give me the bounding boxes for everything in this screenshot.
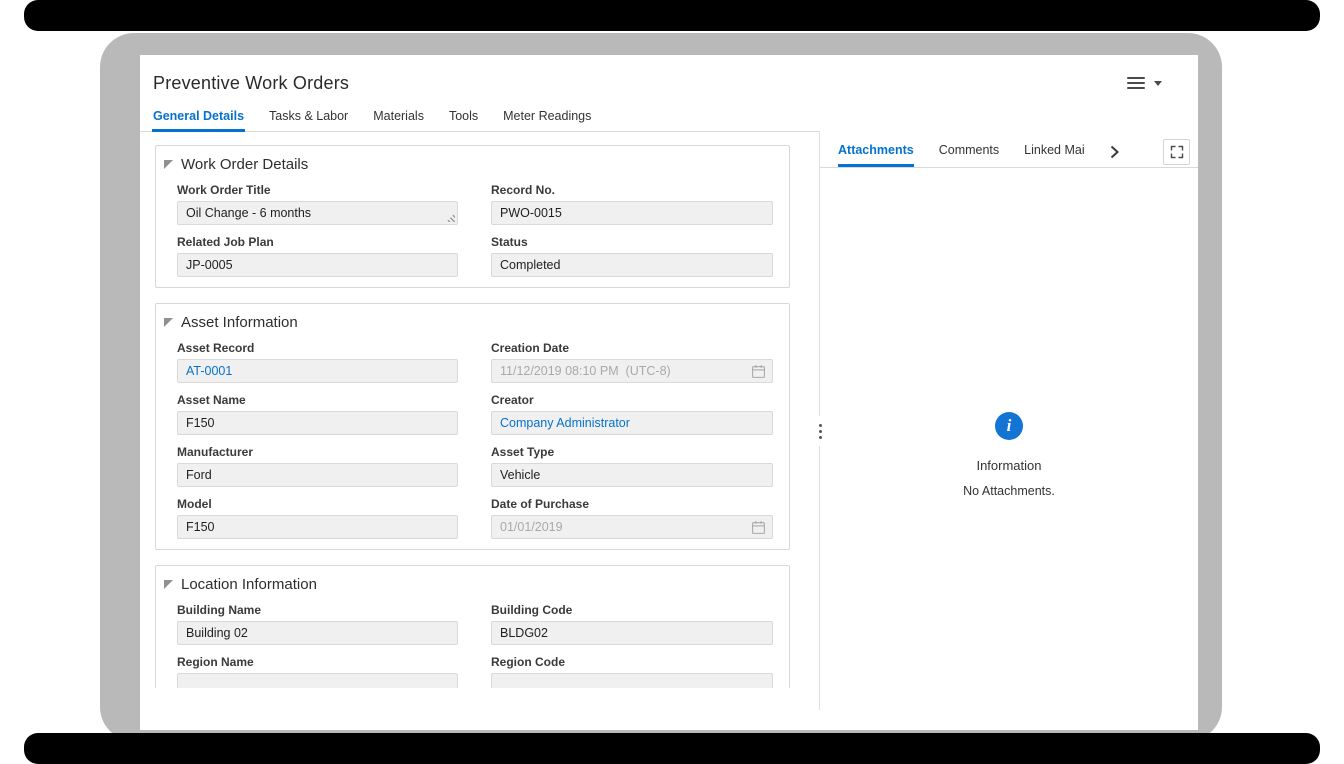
work-order-title-input[interactable]: Oil Change - 6 months	[177, 201, 458, 225]
maximize-panel-button[interactable]	[1163, 139, 1190, 165]
tab-tools[interactable]: Tools	[448, 105, 479, 131]
section-title: Location Information	[181, 576, 317, 593]
field-date-of-purchase: Date of Purchase 01/01/2019	[491, 497, 773, 539]
app-window: Preventive Work Orders General Details T…	[140, 55, 1198, 730]
menu-button[interactable]	[1127, 77, 1162, 89]
field-label: Work Order Title	[177, 183, 271, 197]
section-header[interactable]: Location Information	[156, 576, 789, 593]
app-header: Preventive Work Orders	[140, 55, 1198, 105]
field-region-code: Region Code	[491, 655, 773, 688]
side-panel-tab-bar: Attachments Comments Linked Mai	[820, 105, 1198, 168]
content-area: General Details Tasks & Labor Materials …	[140, 105, 1198, 730]
main-column: General Details Tasks & Labor Materials …	[140, 105, 820, 730]
field-creator: Creator Company Administrator	[491, 393, 773, 435]
field-status: Status Completed	[491, 235, 773, 277]
asset-name-input[interactable]: F150	[177, 411, 458, 435]
tab-meter-readings[interactable]: Meter Readings	[502, 105, 592, 131]
attachments-empty-state: i Information No Attachments.	[820, 168, 1198, 730]
side-panel: Attachments Comments Linked Mai i Inform…	[820, 105, 1198, 730]
section-work-order-details: Work Order Details Work Order Title Oil …	[155, 145, 790, 288]
creator-link[interactable]: Company Administrator	[500, 416, 630, 430]
collapse-icon[interactable]	[164, 580, 173, 589]
status-input[interactable]: Completed	[491, 253, 773, 277]
field-label: Related Job Plan	[177, 235, 274, 249]
field-label: Region Name	[177, 655, 254, 669]
field-related-job-plan: Related Job Plan JP-0005	[177, 235, 458, 277]
device-frame: Preventive Work Orders General Details T…	[100, 33, 1222, 741]
field-building-name: Building Name Building 02	[177, 603, 458, 645]
field-label: Region Code	[491, 655, 565, 669]
asset-record-link[interactable]: AT-0001	[186, 364, 232, 378]
field-label: Date of Purchase	[491, 497, 590, 511]
field-label: Status	[491, 235, 528, 249]
tab-tasks-labor[interactable]: Tasks & Labor	[268, 105, 349, 131]
manufacturer-input[interactable]: Ford	[177, 463, 458, 487]
field-label: Creation Date	[491, 341, 570, 355]
field-grid: Asset Record AT-0001 Creation Date 11/12…	[156, 341, 789, 549]
creation-date-input: 11/12/2019 08:10 PM (UTC-8)	[491, 359, 773, 383]
calendar-icon	[751, 520, 766, 535]
tab-general-details[interactable]: General Details	[152, 105, 246, 132]
field-grid: Building Name Building 02 Building Code …	[156, 603, 789, 688]
field-work-order-title: Work Order Title Oil Change - 6 months	[177, 183, 458, 225]
collapse-icon[interactable]	[164, 318, 173, 327]
related-job-plan-input[interactable]: JP-0005	[177, 253, 458, 277]
page-title: Preventive Work Orders	[153, 72, 350, 93]
region-name-input[interactable]	[177, 673, 458, 688]
field-label: Manufacturer	[177, 445, 254, 459]
tab-comments[interactable]: Comments	[939, 143, 999, 167]
field-label: Asset Name	[177, 393, 246, 407]
tab-linked-mail[interactable]: Linked Mai	[1024, 143, 1084, 167]
model-input[interactable]: F150	[177, 515, 458, 539]
empty-state-title: Information	[976, 458, 1042, 473]
field-label: Record No.	[491, 183, 556, 197]
field-label: Asset Type	[491, 445, 555, 459]
expand-icon	[1170, 145, 1184, 159]
field-label: Building Name	[177, 603, 262, 617]
building-name-input[interactable]: Building 02	[177, 621, 458, 645]
info-icon: i	[995, 412, 1023, 440]
resize-grip-icon[interactable]	[446, 213, 455, 222]
field-asset-name: Asset Name F150	[177, 393, 458, 435]
device-bezel-bottom	[24, 733, 1320, 764]
creator-input[interactable]: Company Administrator	[491, 411, 773, 435]
field-model: Model F150	[177, 497, 458, 539]
field-grid: Work Order Title Oil Change - 6 months R…	[156, 183, 789, 287]
field-label: Model	[177, 497, 212, 511]
field-record-no: Record No. PWO-0015	[491, 183, 773, 225]
section-asset-information: Asset Information Asset Record AT-0001 C…	[155, 303, 790, 550]
section-title: Work Order Details	[181, 156, 309, 173]
building-code-input[interactable]: BLDG02	[491, 621, 773, 645]
device-bezel-top	[24, 0, 1320, 31]
section-header[interactable]: Work Order Details	[156, 156, 789, 173]
tab-attachments[interactable]: Attachments	[838, 143, 914, 167]
calendar-icon	[751, 364, 766, 379]
form-scroll-area: Work Order Details Work Order Title Oil …	[140, 132, 820, 688]
field-manufacturer: Manufacturer Ford	[177, 445, 458, 487]
region-code-input[interactable]	[491, 673, 773, 688]
field-region-name: Region Name	[177, 655, 458, 688]
record-no-input[interactable]: PWO-0015	[491, 201, 773, 225]
field-building-code: Building Code BLDG02	[491, 603, 773, 645]
panel-splitter-handle[interactable]	[814, 416, 826, 446]
field-creation-date: Creation Date 11/12/2019 08:10 PM (UTC-8…	[491, 341, 773, 383]
field-label: Asset Record	[177, 341, 255, 355]
section-location-information: Location Information Building Name Build…	[155, 565, 790, 688]
asset-record-input[interactable]: AT-0001	[177, 359, 458, 383]
tab-overflow-chevron-icon[interactable]	[1110, 145, 1123, 167]
asset-type-input[interactable]: Vehicle	[491, 463, 773, 487]
tab-materials[interactable]: Materials	[372, 105, 425, 131]
main-tab-bar: General Details Tasks & Labor Materials …	[140, 105, 820, 132]
section-title: Asset Information	[181, 314, 298, 331]
section-header[interactable]: Asset Information	[156, 314, 789, 331]
caret-down-icon	[1154, 80, 1162, 86]
hamburger-icon	[1127, 77, 1145, 89]
collapse-icon[interactable]	[164, 160, 173, 169]
field-label: Building Code	[491, 603, 573, 617]
field-label: Creator	[491, 393, 534, 407]
empty-state-message: No Attachments.	[963, 484, 1055, 498]
field-asset-record: Asset Record AT-0001	[177, 341, 458, 383]
date-of-purchase-input: 01/01/2019	[491, 515, 773, 539]
field-asset-type: Asset Type Vehicle	[491, 445, 773, 487]
